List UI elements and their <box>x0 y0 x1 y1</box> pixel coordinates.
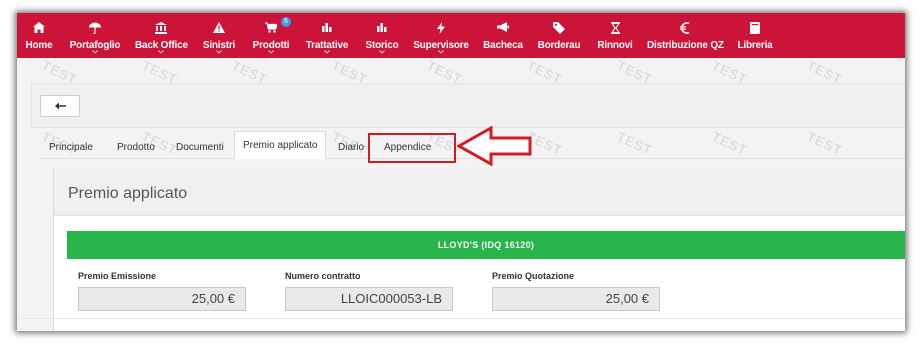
hourglass-icon <box>593 22 637 34</box>
chevron-down-icon <box>135 50 187 56</box>
numero-contratto-label: Numero contratto <box>285 271 361 281</box>
insurer-banner: LLOYD'S (IDQ 16120) <box>67 231 905 259</box>
nav-item-distribuzione-qz[interactable]: Distribuzione QZ <box>647 13 724 58</box>
nav-item-bacheca[interactable]: Bacheca <box>481 13 525 58</box>
numero-contratto-field: LLOIC000053-LB <box>285 287 453 311</box>
callout-highlight-box <box>368 133 456 163</box>
tab-documenti[interactable]: Documenti <box>168 136 232 166</box>
nav-item-prodotti[interactable]: 6 Prodotti <box>249 13 293 58</box>
nav-label: Bacheca <box>483 40 523 51</box>
nav-item-home[interactable]: Home <box>17 13 61 58</box>
nav-item-rinnovi[interactable]: Rinnovi <box>593 13 637 58</box>
premio-emissione-field: 25,00 € <box>78 287 246 311</box>
tab-diario[interactable]: Diario <box>330 136 372 166</box>
premio-quotazione-label: Premio Quotazione <box>492 271 575 281</box>
cart-count-badge: 6 <box>281 17 291 27</box>
chart-icon <box>303 22 351 34</box>
nav-label: Rinnovi <box>597 40 633 51</box>
top-navigation: Home Portafoglio Back Office Sinistri 6 … <box>17 13 905 58</box>
nav-item-sinistri[interactable]: Sinistri <box>199 13 239 58</box>
nav-item-back-office[interactable]: Back Office <box>135 13 188 58</box>
warning-icon <box>199 22 239 34</box>
umbrella-icon <box>67 22 123 34</box>
nav-item-storico[interactable]: Storico <box>361 13 403 58</box>
nav-item-libreria[interactable]: Libreria <box>733 13 777 58</box>
chevron-down-icon <box>411 50 471 56</box>
tags-icon <box>535 22 583 34</box>
bolt-icon <box>411 22 471 34</box>
chevron-down-icon <box>361 50 403 56</box>
chevron-down-icon <box>67 50 123 56</box>
book-icon <box>733 22 777 34</box>
nav-label: Borderau <box>537 40 581 51</box>
panel-divider <box>17 318 905 319</box>
bank-icon <box>135 22 187 34</box>
euro-icon <box>647 22 723 34</box>
nav-label: Distribuzione QZ <box>647 40 724 51</box>
callout-arrow-icon <box>457 126 532 166</box>
panel-header: Premio applicato <box>54 168 905 216</box>
tab-premio-applicato[interactable]: Premio applicato <box>234 131 327 159</box>
back-button[interactable] <box>40 95 80 117</box>
nav-item-supervisore[interactable]: Supervisore <box>411 13 471 58</box>
nav-item-borderau[interactable]: Borderau <box>535 13 583 58</box>
app-window: Home Portafoglio Back Office Sinistri 6 … <box>17 13 905 331</box>
chevron-down-icon <box>303 50 351 56</box>
nav-label: Libreria <box>737 40 773 51</box>
megaphone-icon <box>481 22 525 34</box>
toolbar <box>31 83 905 128</box>
premio-emissione-label: Premio Emissione <box>78 271 157 281</box>
nav-item-portafoglio[interactable]: Portafoglio <box>67 13 123 58</box>
tab-prodotto[interactable]: Prodotto <box>109 136 163 166</box>
nav-label: Home <box>25 40 53 51</box>
chevron-down-icon <box>249 50 293 56</box>
arrow-left-icon <box>55 102 66 110</box>
chart-icon <box>361 22 403 34</box>
home-icon <box>17 22 61 34</box>
chevron-down-icon <box>199 50 239 56</box>
tab-principale[interactable]: Principale <box>41 136 101 166</box>
panel-title: Premio applicato <box>68 185 188 202</box>
premio-quotazione-field: 25,00 € <box>492 287 660 311</box>
nav-item-trattative[interactable]: Trattative <box>303 13 351 58</box>
